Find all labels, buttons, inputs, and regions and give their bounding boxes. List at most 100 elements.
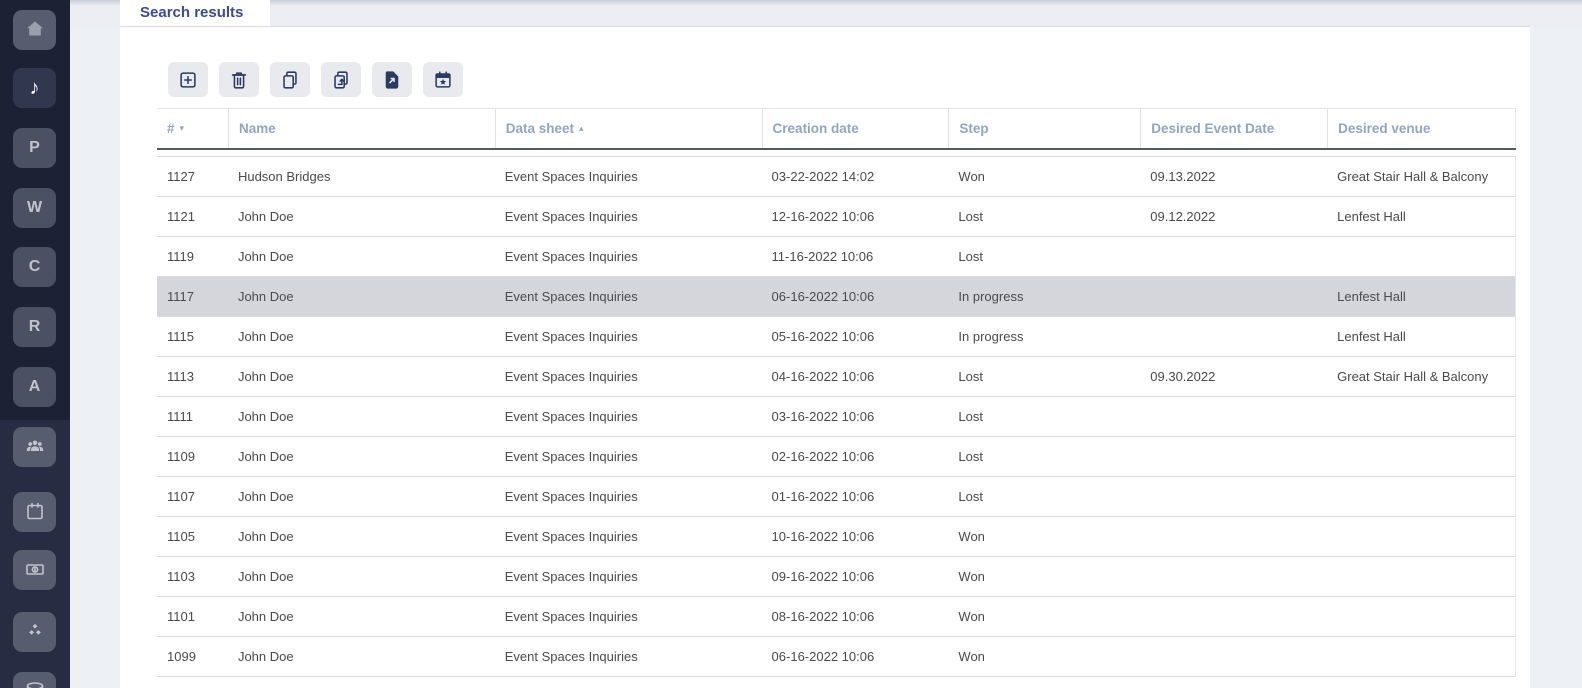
cell-name: John Doe: [228, 197, 495, 236]
sidebar-item-database[interactable]: [13, 672, 56, 688]
column-header-data_sheet[interactable]: Data sheet▴: [495, 109, 762, 148]
cell-creation_date: 12-16-2022 10:06: [762, 197, 949, 236]
table-row[interactable]: 1111John DoeEvent Spaces Inquiries03-16-…: [157, 397, 1515, 437]
cell-step: Lost: [948, 197, 1140, 236]
sidebar-item-p[interactable]: P: [13, 128, 56, 168]
cell-data_sheet: Event Spaces Inquiries: [495, 597, 762, 636]
home-icon: [23, 17, 47, 44]
cell-desired_venue: Great Stair Hall & Balcony: [1327, 357, 1515, 396]
dropdown-arrow-icon: ▾: [180, 123, 185, 134]
sidebar-item-music[interactable]: ♪: [13, 68, 56, 108]
cell-id: 1119: [157, 237, 228, 276]
table-row[interactable]: 1115John DoeEvent Spaces Inquiries05-16-…: [157, 317, 1515, 357]
sidebar-item-payments[interactable]: [13, 550, 56, 590]
cell-desired_venue: [1327, 517, 1515, 556]
delete-button[interactable]: [219, 62, 259, 97]
column-header-label: Desired venue: [1338, 121, 1430, 136]
table-row[interactable]: 1099John DoeEvent Spaces Inquiries06-16-…: [157, 637, 1515, 677]
trash-icon: [228, 69, 250, 91]
cell-step: Lost: [948, 357, 1140, 396]
add-event-button[interactable]: [423, 62, 463, 97]
sidebar-item-r[interactable]: R: [13, 307, 56, 347]
column-header-id[interactable]: #▾: [157, 109, 228, 148]
cell-name: John Doe: [228, 397, 495, 436]
cell-name: John Doe: [228, 277, 495, 316]
cell-desired_event_date: [1140, 477, 1327, 516]
sort-ascending-icon: ▴: [579, 123, 584, 134]
table-row[interactable]: 1113John DoeEvent Spaces Inquiries04-16-…: [157, 357, 1515, 397]
column-header-desired_event_date[interactable]: Desired Event Date: [1140, 109, 1327, 148]
export-file-icon: [381, 69, 403, 91]
search-results-table: #▾NameData sheet▴Creation dateStepDesire…: [157, 108, 1516, 677]
cell-name: John Doe: [228, 237, 495, 276]
cell-desired_venue: Lenfest Hall: [1327, 317, 1515, 356]
table-row[interactable]: 1109John DoeEvent Spaces Inquiries02-16-…: [157, 437, 1515, 477]
cell-id: 1109: [157, 437, 228, 476]
cell-id: 1103: [157, 557, 228, 596]
sidebar-item-users[interactable]: [13, 427, 56, 467]
add-icon: [177, 69, 199, 91]
cell-desired_event_date: 09.13.2022: [1140, 157, 1327, 196]
cell-step: Won: [948, 557, 1140, 596]
export-button[interactable]: [372, 62, 412, 97]
cell-desired_venue: [1327, 437, 1515, 476]
sidebar-item-a[interactable]: A: [13, 367, 56, 407]
sidebar-item-w[interactable]: W: [13, 188, 56, 228]
table-row[interactable]: 1127Hudson BridgesEvent Spaces Inquiries…: [157, 157, 1515, 197]
cell-desired_venue: [1327, 637, 1515, 676]
column-header-step[interactable]: Step: [948, 109, 1140, 148]
copy-button[interactable]: [270, 62, 310, 97]
column-header-creation_date[interactable]: Creation date: [762, 109, 949, 148]
duplicate-button[interactable]: [321, 62, 361, 97]
sidebar-item-home[interactable]: [13, 10, 56, 50]
cell-id: 1113: [157, 357, 228, 396]
add-button[interactable]: [168, 62, 208, 97]
page-title: Search results: [140, 0, 243, 27]
sidebar-item-packages[interactable]: [13, 612, 56, 652]
sidebar-item-calendar[interactable]: [13, 492, 56, 532]
table-row[interactable]: 1107John DoeEvent Spaces Inquiries01-16-…: [157, 477, 1515, 517]
cell-creation_date: 09-16-2022 10:06: [762, 557, 949, 596]
cell-step: In progress: [948, 317, 1140, 356]
cell-desired_venue: [1327, 237, 1515, 276]
column-header-label: Step: [959, 121, 988, 136]
cell-desired_event_date: [1140, 557, 1327, 596]
banknote-icon: [23, 557, 47, 584]
cell-name: John Doe: [228, 317, 495, 356]
cell-name: John Doe: [228, 597, 495, 636]
cell-name: Hudson Bridges: [228, 157, 495, 196]
cell-desired_venue: [1327, 557, 1515, 596]
table-row[interactable]: 1105John DoeEvent Spaces Inquiries10-16-…: [157, 517, 1515, 557]
cell-data_sheet: Event Spaces Inquiries: [495, 317, 762, 356]
cell-data_sheet: Event Spaces Inquiries: [495, 157, 762, 196]
toolbar: [168, 62, 463, 97]
table-row[interactable]: 1117John DoeEvent Spaces Inquiries06-16-…: [157, 277, 1515, 317]
table-row[interactable]: 1101John DoeEvent Spaces Inquiries08-16-…: [157, 597, 1515, 637]
cell-data_sheet: Event Spaces Inquiries: [495, 277, 762, 316]
column-header-label: #: [167, 121, 175, 136]
cell-id: 1105: [157, 517, 228, 556]
cell-data_sheet: Event Spaces Inquiries: [495, 557, 762, 596]
sidebar-item-c[interactable]: C: [13, 247, 56, 287]
cell-desired_venue: [1327, 477, 1515, 516]
table-row[interactable]: 1119John DoeEvent Spaces Inquiries11-16-…: [157, 237, 1515, 277]
cell-desired_venue: Lenfest Hall: [1327, 197, 1515, 236]
table-row[interactable]: 1121John DoeEvent Spaces Inquiries12-16-…: [157, 197, 1515, 237]
cell-step: Won: [948, 157, 1140, 196]
column-header-desired_venue[interactable]: Desired venue: [1327, 109, 1515, 148]
cell-name: John Doe: [228, 557, 495, 596]
cell-step: Lost: [948, 397, 1140, 436]
column-header-label: Name: [239, 121, 276, 136]
cell-step: Won: [948, 637, 1140, 676]
column-header-name[interactable]: Name: [228, 109, 495, 148]
cell-data_sheet: Event Spaces Inquiries: [495, 197, 762, 236]
cell-id: 1101: [157, 597, 228, 636]
sidebar: ♪ PWCRA: [0, 0, 70, 688]
table-body: 1127Hudson BridgesEvent Spaces Inquiries…: [157, 157, 1516, 677]
cell-id: 1111: [157, 397, 228, 436]
duplicate-icon: [330, 69, 352, 91]
cell-creation_date: 04-16-2022 10:06: [762, 357, 949, 396]
table-row[interactable]: 1103John DoeEvent Spaces Inquiries09-16-…: [157, 557, 1515, 597]
cell-step: In progress: [948, 277, 1140, 316]
cell-creation_date: 02-16-2022 10:06: [762, 437, 949, 476]
